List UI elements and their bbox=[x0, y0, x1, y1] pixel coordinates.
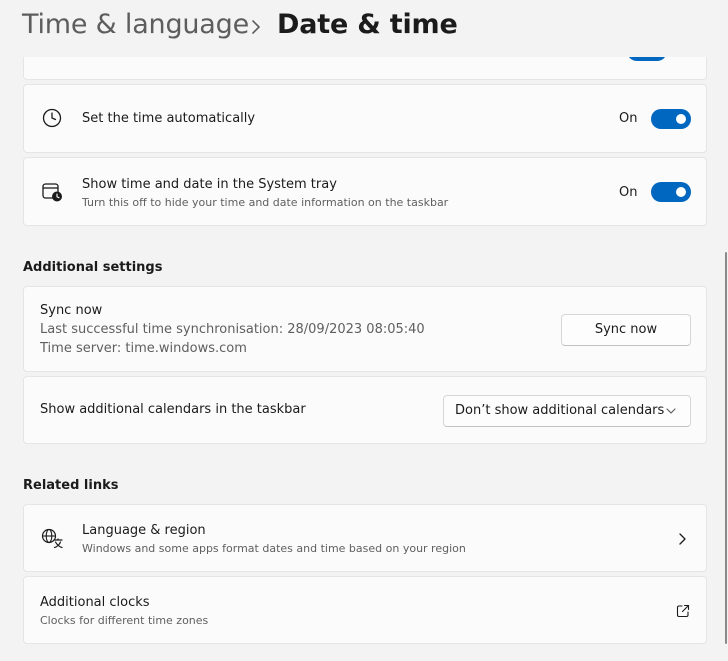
set-time-automatically-toggle[interactable] bbox=[651, 109, 691, 129]
sync-now-title: Sync now bbox=[40, 303, 103, 318]
related-links-heading: Related links bbox=[23, 478, 119, 493]
last-sync-text: Last successful time synchronisation: 28… bbox=[40, 322, 425, 337]
calendar-clock-icon bbox=[42, 183, 62, 202]
dropdown-selected-value: Don’t show additional calendars bbox=[455, 403, 665, 418]
sync-now-button[interactable]: Sync now bbox=[561, 314, 691, 346]
additional-calendars-dropdown[interactable]: Don’t show additional calendars bbox=[443, 395, 691, 427]
toggle-state-label: On bbox=[619, 111, 638, 126]
clock-icon bbox=[42, 108, 62, 128]
language-region-title: Language & region bbox=[82, 523, 206, 538]
additional-calendars-card: Show additional calendars in the taskbar… bbox=[23, 376, 707, 444]
chevron-right-icon bbox=[252, 20, 260, 34]
show-systray-description: Turn this off to hide your time and date… bbox=[82, 196, 449, 209]
language-region-link[interactable]: Language & region Windows and some apps … bbox=[23, 504, 707, 572]
additional-clocks-description: Clocks for different time zones bbox=[40, 614, 209, 627]
language-icon bbox=[41, 528, 63, 549]
toggle-knob bbox=[676, 187, 686, 197]
additional-calendars-label: Show additional calendars in the taskbar bbox=[40, 402, 306, 417]
additional-clocks-link[interactable]: Additional clocks Clocks for different t… bbox=[23, 576, 707, 644]
additional-settings-heading: Additional settings bbox=[23, 260, 163, 275]
set-time-automatically-label: Set the time automatically bbox=[82, 111, 256, 126]
show-systray-card: Show time and date in the System tray Tu… bbox=[23, 157, 707, 226]
show-systray-toggle[interactable] bbox=[651, 182, 691, 202]
chevron-down-icon bbox=[666, 408, 676, 414]
show-systray-label: Show time and date in the System tray bbox=[82, 177, 337, 192]
additional-clocks-title: Additional clocks bbox=[40, 595, 150, 610]
chevron-right-icon bbox=[679, 533, 686, 545]
breadcrumb-parent[interactable]: Time & language bbox=[22, 9, 249, 40]
toggle-state-label: On bbox=[619, 185, 638, 200]
vertical-scrollbar[interactable] bbox=[725, 252, 727, 644]
time-server-text: Time server: time.windows.com bbox=[40, 341, 247, 356]
page-title: Date & time bbox=[277, 9, 458, 40]
language-region-description: Windows and some apps format dates and t… bbox=[82, 542, 466, 555]
sync-now-card: Sync now Last successful time synchronis… bbox=[23, 286, 707, 372]
toggle-knob bbox=[676, 114, 686, 124]
set-time-automatically-card: Set the time automatically On bbox=[23, 84, 707, 153]
page-header: Time & language Date & time bbox=[0, 0, 728, 57]
external-link-icon bbox=[676, 604, 690, 618]
